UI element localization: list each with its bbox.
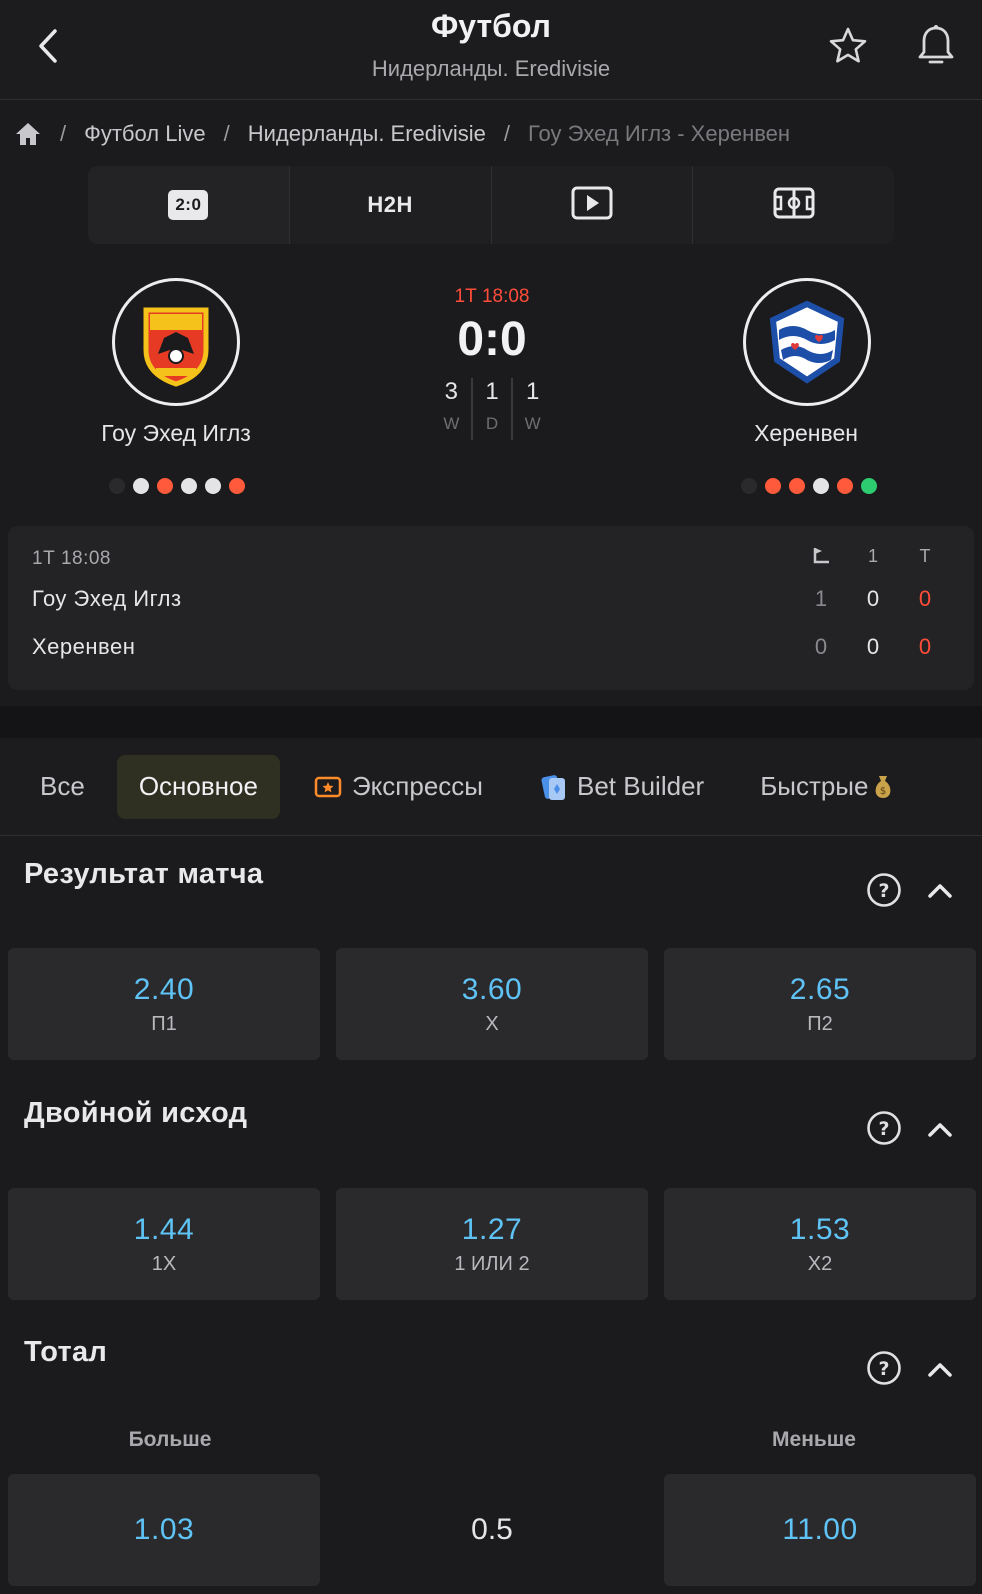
form-dot <box>205 478 221 494</box>
home-total-score: 0 <box>918 586 932 611</box>
app-header: Футбол Нидерланды. Eredivisie <box>0 0 982 100</box>
chip-express[interactable]: Экспрессы <box>292 755 505 819</box>
odd-button-1x[interactable]: 1.44 1Х <box>8 1188 320 1300</box>
breadcrumb-separator: / <box>223 121 230 146</box>
tab-score[interactable]: 2:0 <box>88 166 290 244</box>
breadcrumb-separator: / <box>60 121 67 146</box>
form-dot <box>741 478 757 494</box>
market-filter-chips: Все Основное Экспрессы Bet Builder Быстр… <box>0 738 982 836</box>
score-badge: 2:0 <box>168 190 209 220</box>
form-dot <box>109 478 125 494</box>
home-form <box>109 478 245 494</box>
form-dot <box>765 478 781 494</box>
form-dot <box>133 478 149 494</box>
chip-fast[interactable]: Быстрые $ <box>738 755 894 819</box>
scoreboard-time: 1Т 18:08 <box>32 548 111 569</box>
scoreboard-away-team: Херенвен <box>32 634 136 659</box>
chip-main[interactable]: Основное <box>116 754 280 819</box>
scoreboard-home-team: Гоу Эхед Иглз <box>32 586 182 611</box>
away-corners: 0 <box>814 634 828 659</box>
away-total-score: 0 <box>918 634 932 659</box>
breadcrumb-item-match: Гоу Эхед Иглз - Херенвен <box>528 121 791 146</box>
live-scoreboard: 1Т 18:08 1 Т Гоу Эхед Иглз 1 0 0 Херенве… <box>8 526 974 690</box>
tab-h2h[interactable]: H2H <box>290 166 492 244</box>
bell-icon[interactable] <box>914 22 958 70</box>
home-team-logo <box>112 278 240 406</box>
h2h-home-wins: 3 W <box>432 378 473 440</box>
form-dot <box>229 478 245 494</box>
form-dot <box>813 478 829 494</box>
svg-text:?: ? <box>878 1358 889 1380</box>
market-title-result: Результат матча <box>24 858 264 890</box>
odd-button-under[interactable]: 11.00 <box>664 1474 976 1586</box>
form-dot <box>837 478 853 494</box>
breadcrumb: / Футбол Live / Нидерланды. Eredivisie /… <box>14 114 790 154</box>
money-bag-icon: $ <box>872 774 894 800</box>
help-icon[interactable]: ? <box>866 1350 902 1386</box>
form-dot <box>157 478 173 494</box>
help-icon[interactable]: ? <box>866 1110 902 1146</box>
scoreboard-col-total: Т <box>919 546 931 566</box>
scoreboard-col-period: 1 <box>867 546 878 566</box>
svg-text:?: ? <box>878 1118 889 1140</box>
ticket-icon <box>314 775 342 799</box>
chevron-up-icon[interactable] <box>924 875 956 907</box>
svg-text:?: ? <box>878 880 889 902</box>
away-team-name[interactable]: Херенвен <box>656 420 956 447</box>
home-corners: 1 <box>814 586 828 611</box>
tab-video[interactable] <box>492 166 694 244</box>
away-form <box>741 478 877 494</box>
away-period-score: 0 <box>866 634 880 659</box>
breadcrumb-item-league[interactable]: Нидерланды. Eredivisie <box>248 121 486 147</box>
form-dot <box>181 478 197 494</box>
form-dot <box>861 478 877 494</box>
match-period-time: 1Т 18:08 <box>454 286 530 307</box>
market-title-double: Двойной исход <box>24 1097 248 1129</box>
star-icon[interactable] <box>826 24 870 68</box>
h2h-summary: 3 W 1 D 1 W <box>432 378 552 440</box>
match-view-tabs: 2:0 H2H <box>88 166 894 244</box>
bet-builder-icon <box>539 772 567 802</box>
odd-button-p1[interactable]: 2.40 П1 <box>8 948 320 1060</box>
chevron-up-icon[interactable] <box>924 1114 956 1146</box>
tab-h2h-label: H2H <box>367 192 413 217</box>
total-line: 0.5 <box>471 1513 513 1546</box>
breadcrumb-separator: / <box>503 121 511 146</box>
odd-button-draw[interactable]: 3.60 Х <box>336 948 648 1060</box>
away-team-logo <box>743 278 871 406</box>
h2h-away-wins: 1 W <box>524 378 541 433</box>
odd-button-p2[interactable]: 2.65 П2 <box>664 948 976 1060</box>
odd-button-over[interactable]: 1.03 <box>8 1474 320 1586</box>
breadcrumb-item-football-live[interactable]: Футбол Live <box>84 121 205 147</box>
odd-button-12[interactable]: 1.27 1 ИЛИ 2 <box>336 1188 648 1300</box>
match-score: 0:0 <box>457 313 527 366</box>
chip-bet-builder[interactable]: Bet Builder <box>517 755 726 819</box>
home-period-score: 0 <box>866 586 880 611</box>
field-icon <box>773 187 815 224</box>
odd-button-x2[interactable]: 1.53 Х2 <box>664 1188 976 1300</box>
total-over-label: Больше <box>128 1428 212 1451</box>
total-under-label: Меньше <box>772 1428 856 1451</box>
chip-all[interactable]: Все <box>18 755 107 819</box>
section-divider <box>0 706 982 738</box>
form-dot <box>789 478 805 494</box>
svg-text:$: $ <box>880 786 886 797</box>
h2h-draws: 1 D <box>473 378 514 440</box>
corner-icon <box>806 546 836 569</box>
market-title-total: Тотал <box>24 1336 108 1368</box>
play-icon <box>571 186 613 225</box>
tab-field[interactable] <box>693 166 894 244</box>
help-icon[interactable]: ? <box>866 872 902 908</box>
chevron-up-icon[interactable] <box>924 1354 956 1386</box>
home-team-name[interactable]: Гоу Эхед Иглз <box>26 420 326 447</box>
home-icon[interactable] <box>14 121 42 147</box>
